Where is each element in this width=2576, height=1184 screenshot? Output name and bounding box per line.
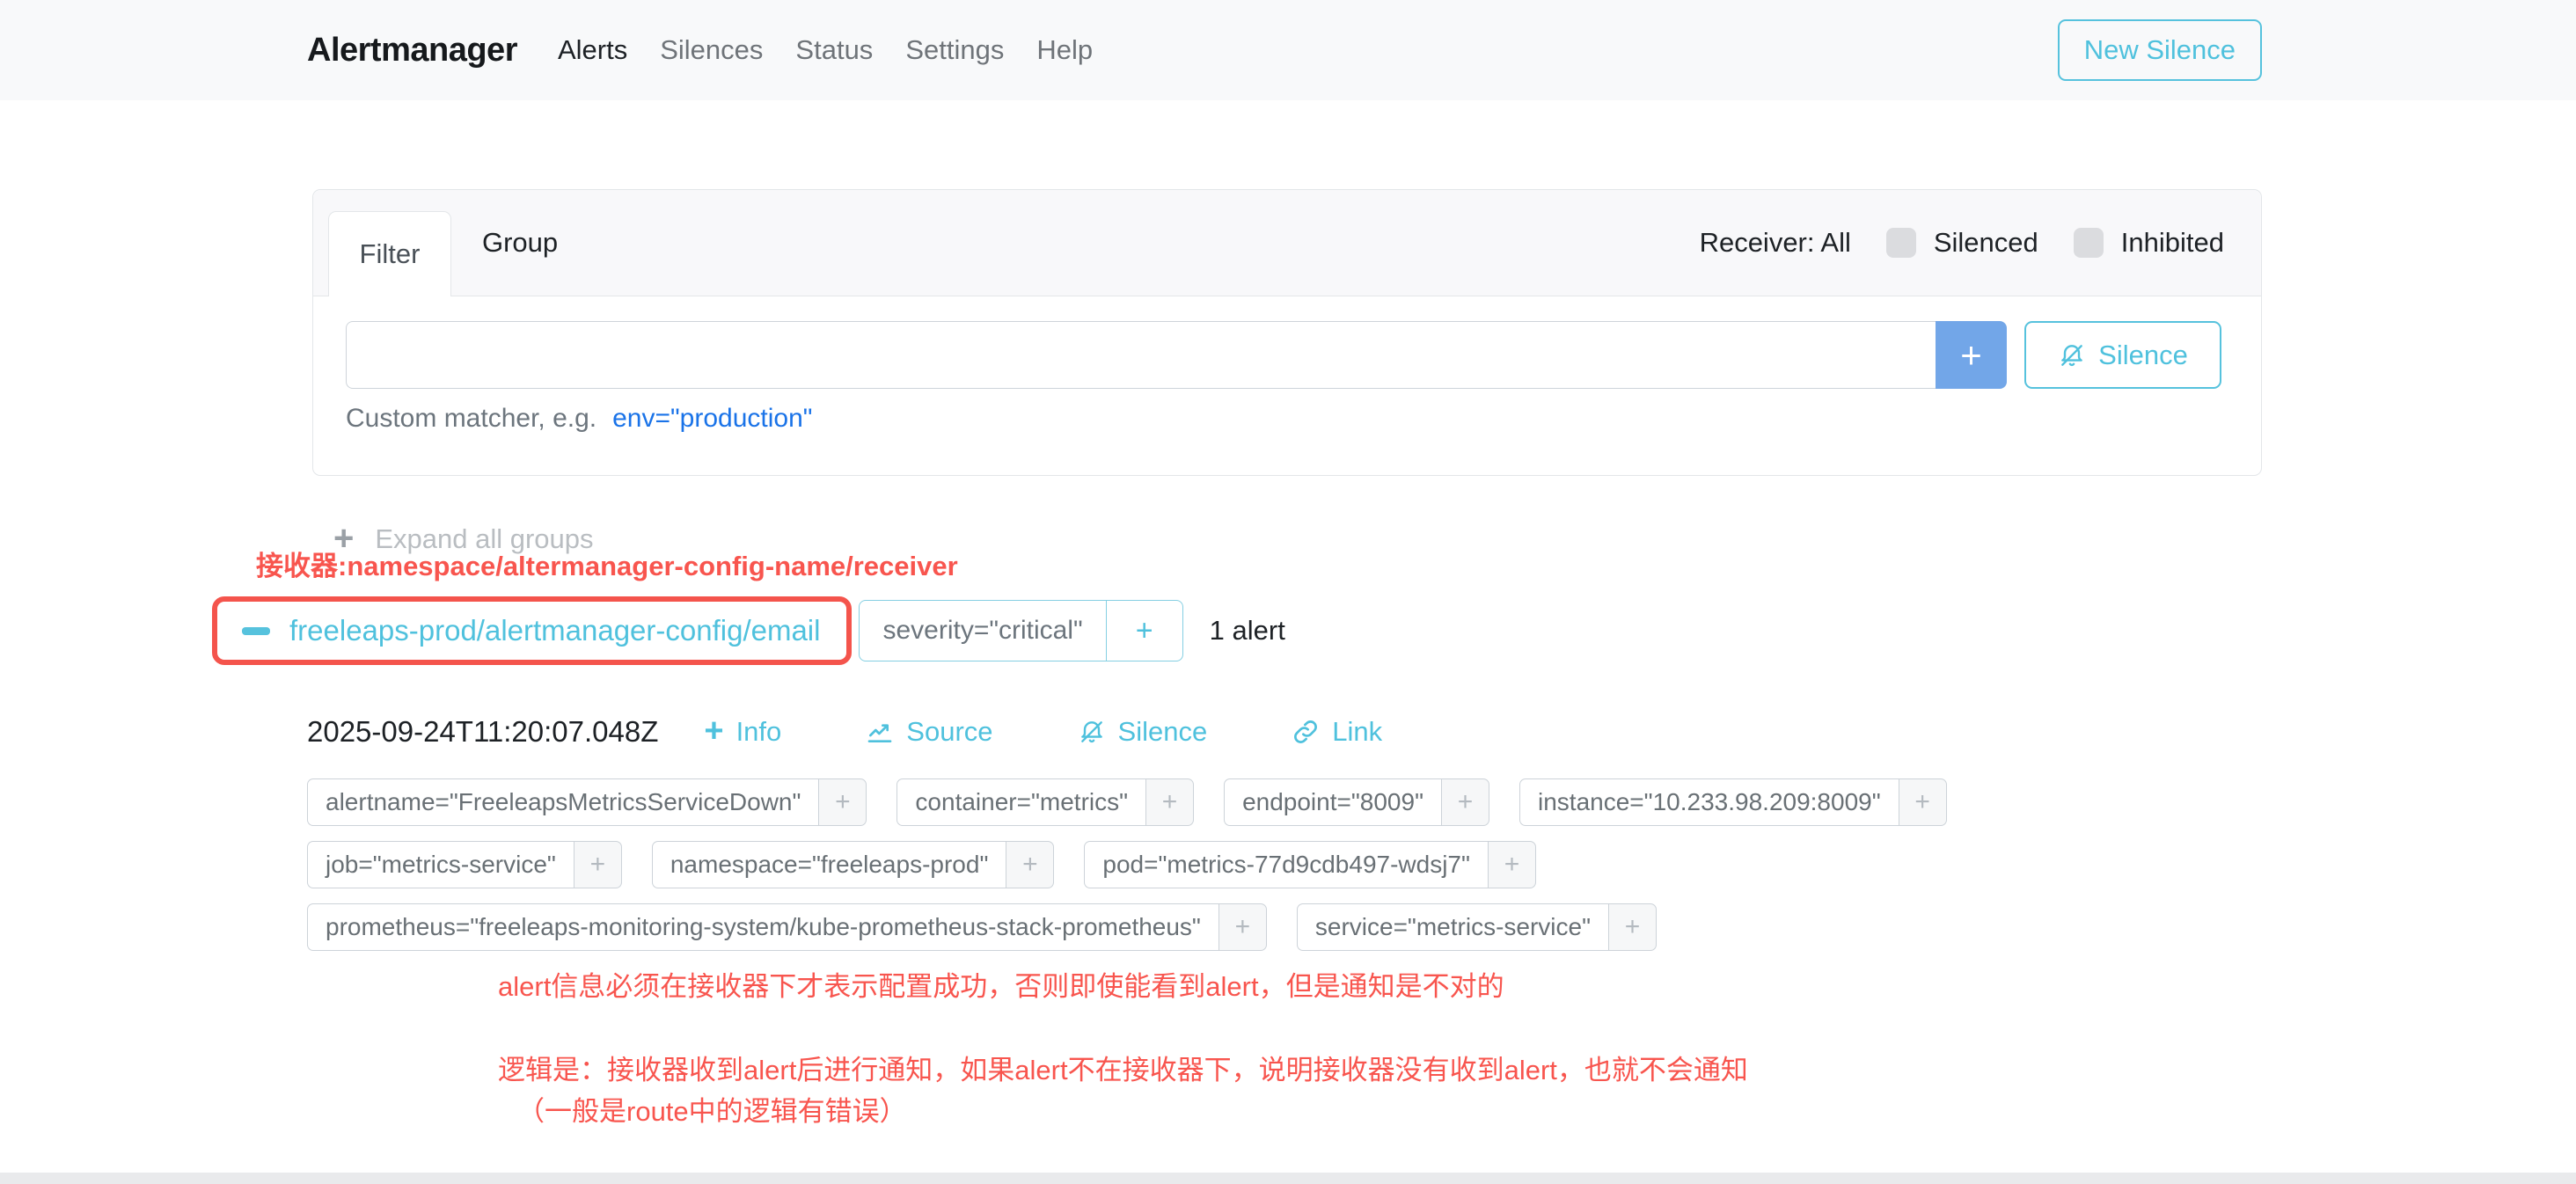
receiver-group-row: freeleaps-prod/alertmanager-config/email… — [212, 596, 1285, 665]
bell-slash-icon — [1078, 718, 1106, 746]
nav-item-alerts[interactable]: Alerts — [558, 34, 627, 66]
receiver-group-toggle[interactable]: freeleaps-prod/alertmanager-config/email — [289, 614, 820, 647]
nav-item-settings[interactable]: Settings — [905, 34, 1004, 66]
label-tag-text: namespace="freeleaps-prod" — [652, 841, 1006, 888]
tab-group[interactable]: Group — [482, 227, 558, 259]
label-add-filter-button[interactable] — [1899, 778, 1947, 826]
silence-label: Silence — [1118, 716, 1208, 748]
hint-example-link[interactable]: env="production" — [612, 404, 812, 434]
alert-count: 1 alert — [1210, 615, 1285, 647]
nav-item-silences[interactable]: Silences — [660, 34, 763, 66]
alert-header-row: 2025-09-24T11:20:07.048Z Info Source Sil… — [307, 714, 1382, 749]
label-tag: job="metrics-service" — [307, 841, 622, 888]
alert-link-link[interactable]: Link — [1292, 716, 1382, 748]
new-silence-button[interactable]: New Silence — [2058, 19, 2262, 81]
label-tag: container="metrics" — [896, 778, 1194, 826]
annotation-note-3: （一般是route中的逻辑有错误） — [517, 1089, 907, 1129]
label-add-filter-button[interactable] — [1218, 903, 1267, 951]
label-tag-text: service="metrics-service" — [1297, 903, 1608, 951]
label-tag-text: container="metrics" — [896, 778, 1145, 826]
plus-icon — [704, 714, 723, 749]
link-label: Link — [1332, 716, 1382, 748]
group-matcher-tag: severity="critical" — [859, 600, 1182, 661]
receiver-highlight-box: freeleaps-prod/alertmanager-config/email — [212, 596, 852, 665]
nav-item-status[interactable]: Status — [795, 34, 873, 66]
label-tag: alertname="FreeleapsMetricsServiceDown" — [307, 778, 867, 826]
label-tag-text: prometheus="freeleaps-monitoring-system/… — [307, 903, 1218, 951]
tab-filter[interactable]: Filter — [328, 211, 451, 296]
receiver-filter-label[interactable]: Receiver: All — [1700, 227, 1851, 259]
silence-filter-label: Silence — [2098, 340, 2188, 371]
main-nav: Alerts Silences Status Settings Help — [558, 34, 1093, 66]
label-tag: prometheus="freeleaps-monitoring-system/… — [307, 903, 1267, 951]
annotation-note-1: alert信息必须在接收器下才表示配置成功，否则即使能看到alert，但是通知是… — [498, 964, 1504, 1004]
alert-labels: alertname="FreeleapsMetricsServiceDown" … — [307, 778, 1947, 951]
label-tag: instance="10.233.98.209:8009" — [1519, 778, 1947, 826]
silenced-label: Silenced — [1934, 227, 2038, 259]
label-add-filter-button[interactable] — [574, 841, 622, 888]
label-tag-text: pod="metrics-77d9cdb497-wdsj7" — [1084, 841, 1488, 888]
app-brand[interactable]: Alertmanager — [307, 32, 517, 69]
label-row: job="metrics-service" namespace="freelea… — [307, 841, 1947, 888]
label-row: alertname="FreeleapsMetricsServiceDown" … — [307, 778, 1947, 826]
label-tag: endpoint="8009" — [1224, 778, 1489, 826]
annotation-note-2: 逻辑是：接收器收到alert后进行通知，如果alert不在接收器下，说明接收器没… — [498, 1048, 1748, 1087]
label-add-filter-button[interactable] — [1441, 778, 1489, 826]
silenced-toggle[interactable]: Silenced — [1886, 227, 2038, 259]
add-matcher-button[interactable] — [1936, 321, 2007, 389]
label-tag-text: instance="10.233.98.209:8009" — [1519, 778, 1899, 826]
chart-line-icon — [866, 718, 894, 746]
matcher-hint: Custom matcher, e.g. env="production" — [346, 404, 2221, 434]
navbar: Alertmanager Alerts Silences Status Sett… — [0, 0, 2576, 100]
silence-filter-button[interactable]: Silence — [2024, 321, 2221, 389]
alert-timestamp: 2025-09-24T11:20:07.048Z — [307, 715, 658, 749]
label-tag: pod="metrics-77d9cdb497-wdsj7" — [1084, 841, 1536, 888]
alert-info-link[interactable]: Info — [704, 714, 781, 749]
hint-text: Custom matcher, e.g. — [346, 404, 596, 434]
bell-slash-icon — [2058, 341, 2086, 369]
label-add-filter-button[interactable] — [818, 778, 867, 826]
label-tag: service="metrics-service" — [1297, 903, 1657, 951]
footer-strip — [0, 1173, 2576, 1184]
matcher-row: Silence — [346, 321, 2221, 389]
receiver-annotation-text: 接收器:namespace/altermanager-config-name/r… — [256, 544, 958, 583]
group-matcher-label[interactable]: severity="critical" — [860, 601, 1105, 661]
source-label: Source — [906, 716, 992, 748]
nav-item-help[interactable]: Help — [1036, 34, 1093, 66]
label-tag-text: endpoint="8009" — [1224, 778, 1441, 826]
filter-card: Filter Group Receiver: All Silenced Inhi… — [312, 189, 2262, 476]
alert-silence-link[interactable]: Silence — [1078, 716, 1208, 748]
label-tag: namespace="freeleaps-prod" — [652, 841, 1055, 888]
label-add-filter-button[interactable] — [1488, 841, 1536, 888]
filter-card-header: Filter Group Receiver: All Silenced Inhi… — [313, 190, 2261, 296]
inhibited-toggle[interactable]: Inhibited — [2074, 227, 2224, 259]
label-add-filter-button[interactable] — [1145, 778, 1194, 826]
label-tag-text: job="metrics-service" — [307, 841, 574, 888]
info-label: Info — [736, 716, 782, 748]
group-matcher-add-button[interactable] — [1106, 601, 1182, 661]
inhibited-checkbox[interactable] — [2074, 228, 2104, 258]
label-row: prometheus="freeleaps-monitoring-system/… — [307, 903, 1947, 951]
label-tag-text: alertname="FreeleapsMetricsServiceDown" — [307, 778, 818, 826]
alert-source-link[interactable]: Source — [866, 716, 992, 748]
inhibited-label: Inhibited — [2121, 227, 2224, 259]
label-add-filter-button[interactable] — [1608, 903, 1657, 951]
link-icon — [1292, 718, 1320, 746]
silenced-checkbox[interactable] — [1886, 228, 1916, 258]
filter-card-body: Silence Custom matcher, e.g. env="produc… — [313, 296, 2261, 434]
minus-icon — [242, 627, 270, 635]
filter-options: Receiver: All Silenced Inhibited — [1700, 227, 2224, 259]
label-add-filter-button[interactable] — [1006, 841, 1054, 888]
matcher-input[interactable] — [346, 321, 1936, 389]
